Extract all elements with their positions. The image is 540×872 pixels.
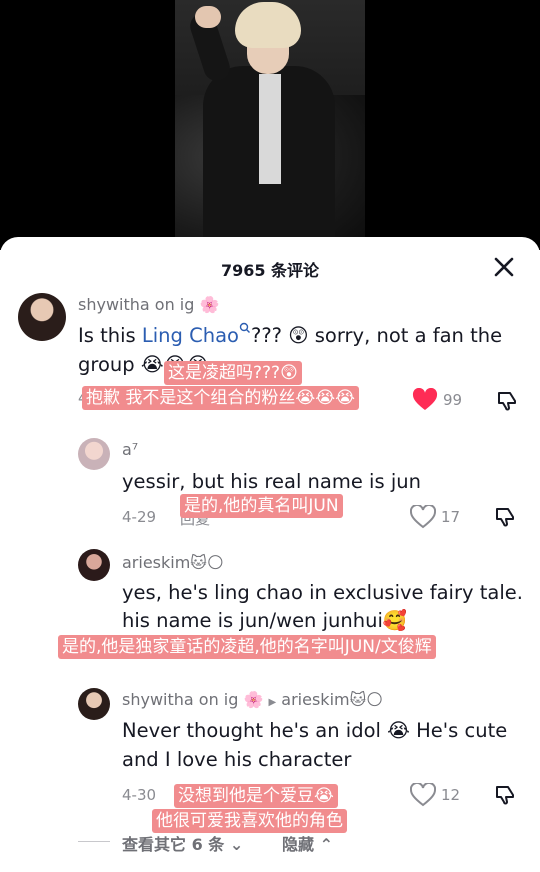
search-link-ling-chao[interactable]: Ling Chao xyxy=(142,324,239,347)
like-count: 99 xyxy=(443,391,463,409)
comment-username[interactable]: shywitha on ig 🌸 ▶ arieskim🐱🌕 xyxy=(122,690,383,709)
reply-arrow-icon: ▶ xyxy=(268,697,277,708)
comments-sheet: 7965 条评论 shywitha on ig 🌸 Is this Ling C… xyxy=(0,237,540,872)
comment-text-part: ??? 😲 sorry, not a fan the xyxy=(250,324,503,347)
close-icon[interactable] xyxy=(490,253,518,281)
avatar[interactable] xyxy=(78,549,110,581)
comment-username[interactable]: arieskim🐱🌕 xyxy=(122,553,224,572)
avatar[interactable] xyxy=(78,688,110,720)
comment-text: Is this Ling Chao ??? 😲 sorry, not a fan … xyxy=(78,321,528,350)
comment-text-line2: and I love his character xyxy=(122,748,352,771)
divider-line xyxy=(78,841,110,842)
translation-subtitle: 他很可爱我喜欢他的角色 xyxy=(152,809,347,833)
translation-subtitle: 是的,他的真名叫JUN xyxy=(180,494,343,518)
comment-text-line1: Never thought he's an idol 😭 He's cute xyxy=(122,719,508,742)
heart-icon[interactable] xyxy=(410,505,436,529)
comment-text-line1: yes, he's ling chao in exclusive fairy t… xyxy=(122,581,523,604)
comment-text-line2: his name is jun/wen junhui🥰 xyxy=(122,609,408,632)
translation-subtitle: 抱歉 我不是这个组合的粉丝😭😭😭 xyxy=(82,386,359,410)
comment-username[interactable]: shywitha on ig 🌸 xyxy=(78,295,219,314)
person-hair xyxy=(235,2,301,48)
comments-count-title: 7965 条评论 xyxy=(220,261,320,280)
person-hand xyxy=(195,6,221,28)
like-count: 17 xyxy=(441,508,461,526)
dislike-icon[interactable] xyxy=(493,783,517,807)
view-more-replies-button[interactable]: 查看其它 6 条 ⌄ xyxy=(122,831,243,855)
avatar[interactable] xyxy=(78,438,110,470)
heart-icon[interactable] xyxy=(410,783,436,807)
translation-subtitle: 没想到他是个爱豆😭 xyxy=(174,784,338,808)
video-frame xyxy=(175,0,365,250)
chevron-down-icon: ⌄ xyxy=(229,835,244,854)
like-count: 12 xyxy=(441,786,461,804)
comment-date: 4-29 xyxy=(122,508,157,526)
view-more-label: 查看其它 6 条 xyxy=(122,835,225,854)
liked-heart-icon[interactable] xyxy=(412,388,438,412)
dislike-icon[interactable] xyxy=(493,505,517,529)
translation-subtitle: 这是凌超吗???😲 xyxy=(164,361,302,385)
hide-replies-button[interactable]: 隐藏 ⌃ xyxy=(282,831,333,855)
comment-text-part: Is this xyxy=(78,324,142,347)
search-icon[interactable] xyxy=(239,322,251,334)
hide-label: 隐藏 xyxy=(282,835,315,854)
avatar[interactable] xyxy=(18,293,66,341)
reply-author[interactable]: shywitha on ig 🌸 xyxy=(122,690,263,709)
video-preview[interactable] xyxy=(0,0,540,250)
dislike-icon[interactable] xyxy=(495,389,519,413)
comment-text: yessir, but his real name is jun xyxy=(122,470,421,493)
person-shirt xyxy=(259,74,281,184)
comment-date: 4-30 xyxy=(122,786,157,804)
chevron-up-icon: ⌃ xyxy=(319,835,333,854)
reply-to-username[interactable]: arieskim🐱🌕 xyxy=(281,690,383,709)
comment-username[interactable]: a⁷ xyxy=(122,440,138,459)
translation-subtitle: 是的,他是独家童话的凌超,他的名字叫JUN/文俊辉 xyxy=(58,635,436,659)
